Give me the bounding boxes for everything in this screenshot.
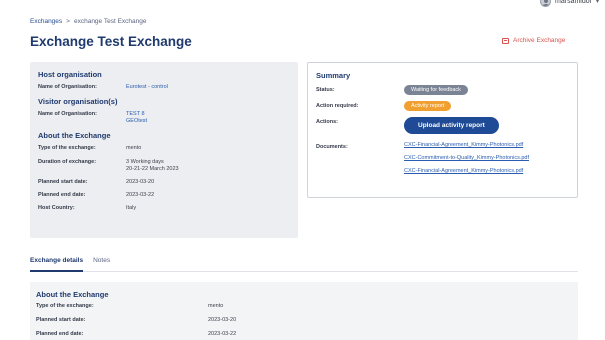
upload-activity-report-button[interactable]: Upload activity report [404, 117, 499, 134]
duration-dates: 20-21-22 March 2023 [126, 165, 179, 172]
type-row: Type of the exchange: mento [38, 145, 290, 152]
tab-exchange-details[interactable]: Exchange details [30, 255, 84, 272]
tab-notes[interactable]: Notes [93, 255, 110, 271]
visitor-organisation-title: Visitor organisation(s) [38, 97, 118, 107]
document-link[interactable]: CXC-Financial-Agreement_Kimmy-Photonics.… [404, 142, 529, 148]
visitor-org-row: Name of Organisation: TEST 8 GEOtest [38, 111, 290, 125]
host-org-link[interactable]: Eurotest - control [126, 84, 168, 91]
start-label: Planned start date: [38, 178, 88, 185]
type-value: mento [126, 145, 142, 152]
actions-row: Actions: Upload activity report [316, 117, 569, 134]
type-label: Type of the exchange: [38, 145, 96, 152]
country-row: Host Country: Italy [38, 205, 290, 212]
end-label: Planned end date: [38, 191, 86, 198]
details-type-value: mento [208, 303, 224, 309]
status-badge: Waiting for feedback [404, 85, 468, 95]
action-required-row: Action required: Activity report [316, 101, 569, 111]
status-label: Status: [316, 87, 335, 93]
breadcrumb: Exchanges > exchange Test Exchange [30, 18, 146, 25]
documents-label: Documents: [316, 144, 348, 150]
archive-exchange-button[interactable]: Archive Exchange [502, 37, 565, 44]
duration-value: 3 Working days 20-21-22 March 2023 [126, 159, 179, 173]
breadcrumb-separator: > [66, 18, 70, 25]
end-value: 2023-03-22 [126, 191, 155, 198]
status-row: Status: Waiting for feedback [316, 85, 569, 95]
tab-bar: Exchange details Notes [30, 255, 578, 272]
about-exchange-title: About the Exchange [38, 131, 111, 141]
action-required-badge: Activity report [404, 101, 452, 111]
details-panel: About the Exchange Type of the exchange:… [30, 282, 578, 340]
breadcrumb-current: exchange Test Exchange [73, 18, 147, 25]
details-start-value: 2023-03-20 [208, 317, 237, 323]
start-row: Planned start date: 2023-03-20 [38, 179, 290, 186]
details-about-title: About the Exchange [36, 290, 109, 299]
end-row: Planned end date: 2023-03-22 [38, 192, 290, 199]
start-value: 2023-03-20 [126, 178, 155, 185]
visitor-org-link-1[interactable]: TEST 8 [126, 111, 145, 117]
document-link[interactable]: CXC-Commitment-to-Quality_Kimmy-Photonic… [404, 155, 529, 161]
details-end-row: Planned end date: 2023-03-22 [36, 331, 572, 337]
visitor-org-label: Name of Organisation: [38, 111, 97, 118]
chevron-down-icon: ▾ [595, 0, 599, 5]
country-label: Host Country: [38, 205, 75, 212]
duration-label: Duration of exchange: [38, 158, 97, 165]
duration-row: Duration of exchange: 3 Working days 20-… [38, 159, 290, 173]
details-type-row: Type of the exchange: mento [36, 303, 572, 309]
summary-card: Summary Status: Waiting for feedback Act… [307, 62, 578, 198]
user-menu[interactable]: marsamidor ▾ [540, 0, 599, 7]
host-card: Host organisation Name of Organisation: … [30, 62, 298, 238]
summary-title: Summary [316, 71, 351, 80]
action-required-label: Action required: [316, 103, 359, 109]
breadcrumb-exchanges-link[interactable]: Exchanges [30, 18, 62, 25]
documents-row: Documents: CXC-Financial-Agreement_Kimmy… [316, 142, 569, 181]
details-end-label: Planned end date: [36, 331, 84, 337]
host-org-label: Name of Organisation: [38, 84, 97, 90]
visitor-org-link-2[interactable]: GEOtest [126, 118, 147, 124]
top-bar: marsamidor ▾ [0, 0, 605, 10]
visitor-org-links: TEST 8 GEOtest [126, 111, 147, 125]
actions-label: Actions: [316, 119, 338, 125]
host-org-row: Name of Organisation: Eurotest - control [38, 84, 290, 91]
avatar-icon [540, 0, 552, 7]
user-name: marsamidor [555, 0, 592, 5]
country-value: Italy [126, 205, 137, 212]
details-end-value: 2023-03-22 [208, 331, 237, 337]
documents-list: CXC-Financial-Agreement_Kimmy-Photonics.… [404, 142, 529, 181]
duration-days: 3 Working days [126, 158, 164, 165]
host-organisation-title: Host organisation [38, 70, 102, 79]
details-type-label: Type of the exchange: [36, 303, 94, 309]
archive-icon [502, 37, 509, 44]
archive-label: Archive Exchange [513, 37, 566, 44]
document-link[interactable]: CXC-Financial-Agreement_Kimmy-Photonics.… [404, 168, 529, 174]
details-start-label: Planned start date: [36, 317, 86, 323]
page-title: Exchange Test Exchange [30, 34, 192, 49]
details-start-row: Planned start date: 2023-03-20 [36, 317, 572, 323]
